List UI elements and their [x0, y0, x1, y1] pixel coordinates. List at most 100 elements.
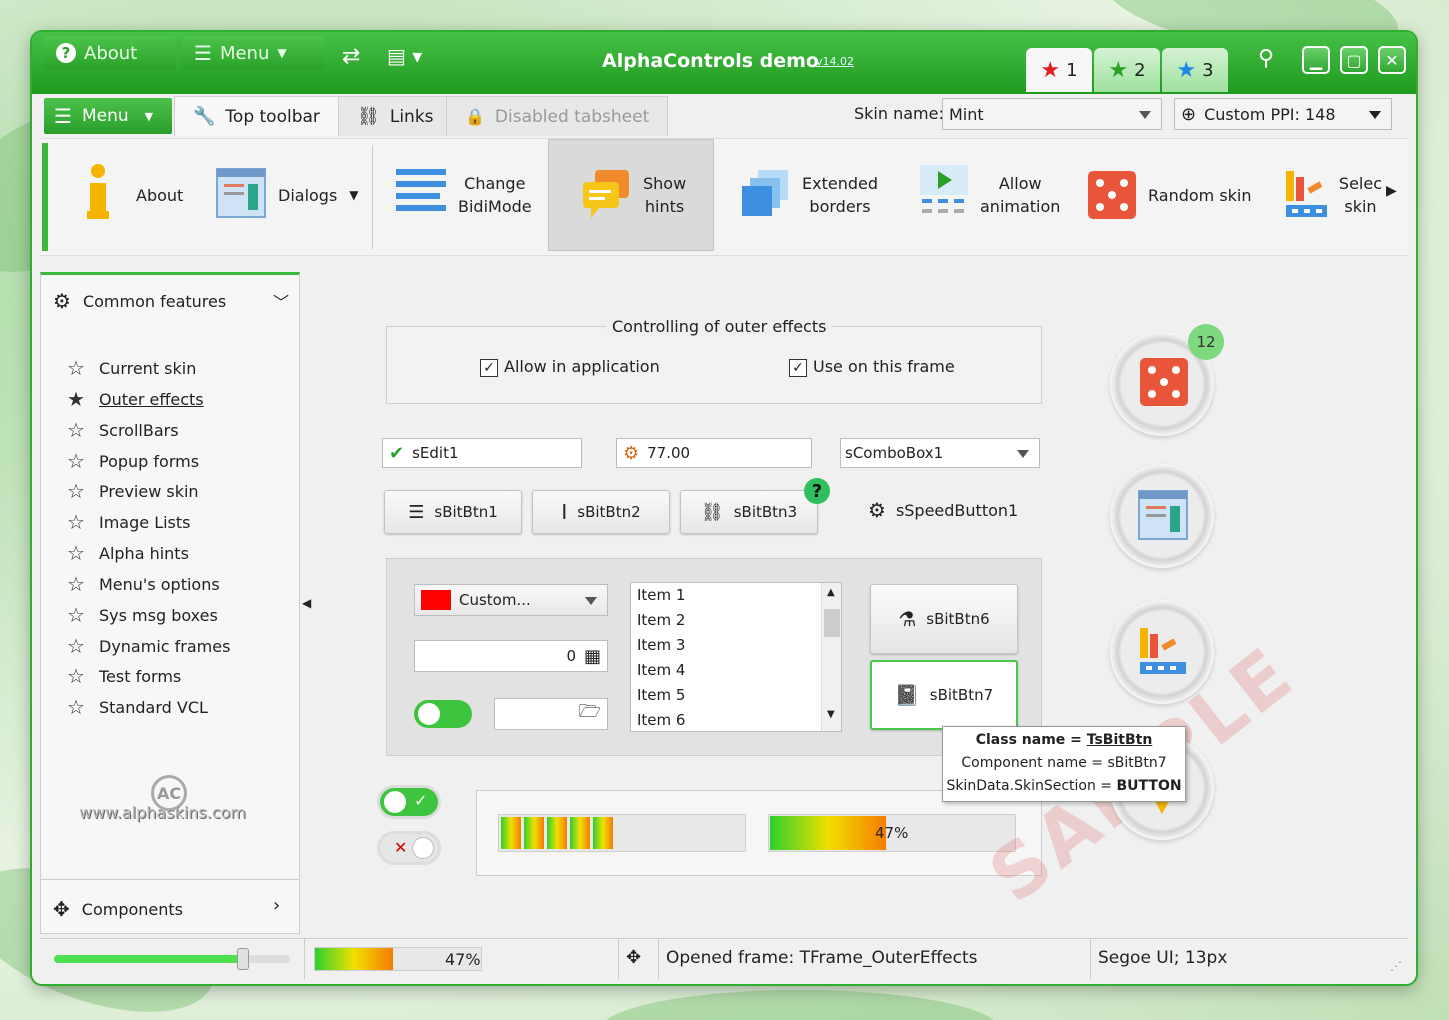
scroll-thumb[interactable]	[824, 609, 840, 637]
toggle-switch[interactable]	[414, 700, 472, 728]
star-outline-icon: ☆	[67, 356, 85, 380]
scombobox[interactable]: sComboBox1	[840, 438, 1040, 468]
sidebar-item[interactable]: ☆ Popup forms	[65, 448, 199, 474]
menu-button[interactable]: ☰ Menu ▼	[182, 36, 324, 70]
allow-app-checkbox[interactable]: ✓ Allow in application	[480, 357, 660, 377]
status-progress: 47%	[314, 947, 482, 971]
scroll-up-icon[interactable]: ▲	[827, 587, 835, 598]
toolbar-extended-borders[interactable]: Extended borders	[740, 139, 878, 251]
slider-track[interactable]	[54, 948, 290, 970]
item-listbox[interactable]: Item 1 Item 2 Item 3 Item 4 Item 5 Item …	[630, 582, 842, 732]
sedit-field[interactable]: ✔ sEdit1	[382, 438, 582, 468]
sidebar-footer[interactable]: ✥ Components	[53, 897, 183, 921]
collapse-sidebar-arrow[interactable]: ◀	[302, 596, 311, 610]
round-palette-button[interactable]	[1110, 600, 1214, 704]
ppi-combo[interactable]: ⊕ Custom PPI: 148	[1174, 98, 1392, 130]
dialog-window-icon	[216, 168, 266, 218]
sidebar-item[interactable]: ☆ Image Lists	[65, 509, 190, 535]
sidebar-header[interactable]: ⚙ Common features	[53, 289, 226, 313]
sidebar-item[interactable]: ☆ Standard VCL	[65, 694, 208, 720]
list-item[interactable]: Item 5	[631, 683, 841, 708]
toolbar-allow-animation[interactable]: Allow animation	[920, 139, 1060, 251]
toolbar-show-hints[interactable]: Show hints	[548, 139, 714, 251]
skin-tab-2[interactable]: ★ 2	[1094, 48, 1160, 92]
list-item[interactable]: Item 3	[631, 633, 841, 658]
sidebar-item[interactable]: ☆ Sys msg boxes	[65, 602, 218, 628]
spin-edit[interactable]: ⚙ 77.00	[616, 438, 812, 468]
chevron-right-icon[interactable]: ▶	[1386, 183, 1397, 199]
toggle-off[interactable]: ✕	[380, 834, 438, 862]
list-scrollbar[interactable]: ▲ ▼	[821, 583, 841, 731]
segmented-progress	[498, 814, 746, 852]
about-button[interactable]: ? About	[44, 36, 176, 70]
skin-name-combo[interactable]: Mint	[942, 98, 1162, 130]
calc-edit[interactable]: 0 ▦	[414, 640, 608, 672]
logo-url[interactable]: www.alphaskins.com	[79, 803, 246, 822]
top-toolbar: About Dialogs ▼ Change BidiMode Show hints…	[40, 138, 1408, 256]
status-separator	[1090, 939, 1091, 979]
toolbar-dialogs[interactable]: Dialogs ▼	[216, 139, 359, 251]
status-progress-text: 47%	[445, 950, 481, 969]
tab-menu-button[interactable]: ☰ Menu ▼	[44, 98, 172, 134]
progress-text: 47%	[875, 824, 909, 842]
skin-tab-label: 1	[1066, 59, 1078, 81]
sspeedbutton1[interactable]: ⚙ sSpeedButton1	[868, 498, 1018, 522]
sidebar-item[interactable]: ☆ Alpha hints	[65, 540, 189, 566]
window-list-icon[interactable]: ▤ ▾	[387, 44, 422, 68]
status-separator	[618, 939, 619, 979]
sidebar-item[interactable]: ☆ Test forms	[65, 663, 181, 689]
sidebar: ⚙ Common features ﹀ ☆ Current skin ★ Outer…	[40, 272, 300, 934]
sbitbtn3[interactable]: ⛓ sBitBtn3	[680, 490, 818, 534]
menu-label: Menu	[219, 42, 270, 64]
toolbar-random-skin[interactable]: Random skin	[1088, 139, 1252, 251]
sbitbtn7[interactable]: 📓 sBitBtn7	[870, 660, 1018, 730]
list-item[interactable]: Item 4	[631, 658, 841, 683]
sidebar-item[interactable]: ☆ Current skin	[65, 355, 196, 381]
gear-icon: ⚙	[623, 442, 640, 464]
list-item[interactable]: Item 6	[631, 708, 841, 731]
version-link[interactable]: v14.02	[816, 55, 854, 68]
sidebar-item[interactable]: ☆ ScrollBars	[65, 417, 179, 443]
chevron-right-icon[interactable]: ›	[273, 895, 280, 916]
minimize-button[interactable]: ▁	[1302, 46, 1330, 74]
toolbar-change-bidi[interactable]: Change BidiMode	[396, 139, 532, 251]
sbitbtn6[interactable]: ⚗ sBitBtn6	[870, 584, 1018, 654]
maximize-button[interactable]: ▢	[1340, 46, 1368, 74]
sbitbtn1[interactable]: ☰ sBitBtn1	[384, 490, 522, 534]
book-icon: 📓	[894, 683, 920, 707]
toolbar-dialogs-label: Dialogs	[278, 185, 338, 205]
swap-arrows-icon[interactable]: ⇄	[342, 44, 360, 69]
help-badge-icon[interactable]: ?	[804, 478, 830, 504]
sidebar-item[interactable]: ☆ Dynamic frames	[65, 633, 230, 659]
chevron-down-icon: ▼	[349, 187, 359, 202]
sidebar-item[interactable]: ☆ Menu's options	[65, 571, 220, 597]
count-badge: 12	[1188, 324, 1224, 360]
toggle-on[interactable]: ✓	[380, 788, 438, 816]
sbitbtn2[interactable]: IsBitBtn2	[532, 490, 670, 534]
gear-icon: ⚙	[868, 498, 886, 522]
slider-thumb[interactable]	[236, 948, 249, 970]
star-outline-icon: ☆	[67, 479, 85, 503]
sidebar-item-selected[interactable]: ★ Outer effects	[65, 386, 204, 412]
tab-links[interactable]: ⛓ Links	[338, 96, 453, 136]
toolbar-about[interactable]: About	[84, 139, 183, 251]
toolbar-grip[interactable]	[42, 143, 48, 251]
close-button[interactable]: ✕	[1378, 46, 1406, 74]
list-item[interactable]: Item 1	[631, 583, 841, 608]
color-combo[interactable]: Custom...	[414, 584, 608, 616]
skin-tab-1[interactable]: ★ 1	[1026, 48, 1092, 92]
toolbar-select-skin[interactable]: Selec skin	[1284, 139, 1382, 251]
list-item[interactable]: Item 2	[631, 608, 841, 633]
sidebar-item[interactable]: ☆ Preview skin	[65, 478, 199, 504]
search-icon[interactable]: ⚲	[1258, 46, 1274, 71]
folder-edit[interactable]: 🗁	[494, 698, 608, 730]
resize-grip-icon[interactable]: ⋰	[1390, 959, 1402, 973]
use-frame-checkbox[interactable]: ✓ Use on this frame	[789, 357, 955, 377]
ppi-value: Custom PPI: 148	[1204, 104, 1336, 124]
checkmark-icon: ✓	[480, 358, 498, 377]
skin-tab-3[interactable]: ★ 3	[1162, 48, 1228, 92]
tab-top-toolbar[interactable]: 🔧 Top toolbar	[174, 96, 339, 136]
round-dialogs-button[interactable]	[1110, 464, 1214, 568]
chevron-down-icon[interactable]: ﹀	[273, 289, 289, 313]
scroll-down-icon[interactable]: ▼	[827, 709, 835, 720]
